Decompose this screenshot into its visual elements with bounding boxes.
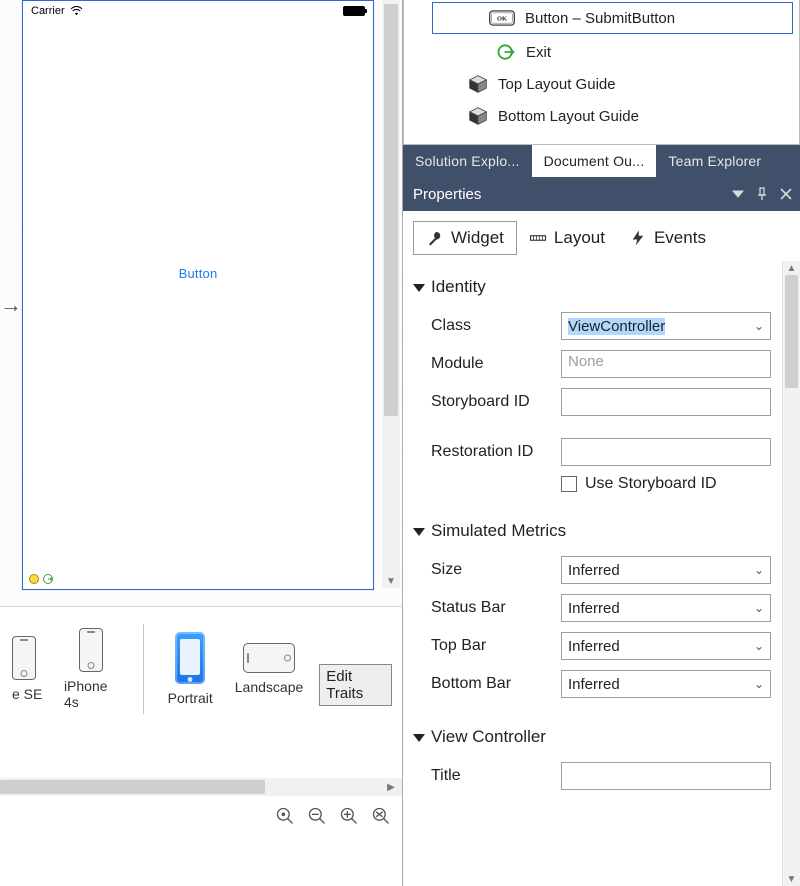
tab-solution-explorer[interactable]: Solution Explo... [403, 145, 532, 177]
group-identity[interactable]: Identity [413, 277, 776, 297]
cube-icon [468, 106, 488, 126]
device-iphone-se[interactable]: e SE [6, 632, 48, 706]
module-input[interactable]: None [561, 350, 771, 378]
properties-scrollbar[interactable]: ▲ ▼ [782, 261, 800, 886]
label-top-bar: Top Bar [431, 637, 551, 655]
device-frame[interactable]: Carrier Button [22, 0, 374, 590]
zoom-actual-icon[interactable] [370, 805, 392, 827]
size-combobox[interactable]: Inferred ⌄ [561, 556, 771, 584]
outline-item-label: Exit [526, 44, 551, 61]
statusbar-combobox[interactable]: Inferred ⌄ [561, 594, 771, 622]
class-value: ViewController [568, 318, 665, 335]
properties-panel-header: Properties [403, 177, 800, 211]
ui-button[interactable]: Button [179, 266, 218, 281]
pin-icon[interactable] [754, 186, 770, 202]
chevron-down-icon [413, 734, 425, 742]
device-se-label: e SE [12, 686, 42, 702]
scrollbar-thumb[interactable] [785, 275, 798, 388]
statusbar-value: Inferred [568, 600, 620, 617]
group-title: Identity [431, 277, 486, 297]
title-input[interactable] [561, 762, 771, 790]
exit-icon [496, 42, 516, 62]
close-icon[interactable] [778, 186, 794, 202]
storyboard-id-input[interactable] [561, 388, 771, 416]
label-restoration-id: Restoration ID [431, 443, 551, 461]
outline-item-label: Bottom Layout Guide [498, 108, 639, 125]
device-4s-label: iPhone 4s [64, 678, 119, 710]
edit-traits-button[interactable]: Edit Traits [319, 664, 392, 706]
warning-dot-icon [29, 574, 39, 584]
size-value: Inferred [568, 562, 620, 579]
bottombar-combobox[interactable]: Inferred ⌄ [561, 670, 771, 698]
landscape-label: Landscape [235, 679, 304, 695]
prop-tab-events[interactable]: Events [617, 222, 718, 254]
chevron-down-icon: ⌄ [754, 601, 764, 615]
group-view-controller[interactable]: View Controller [413, 727, 776, 747]
topbar-combobox[interactable]: Inferred ⌄ [561, 632, 771, 660]
ruler-icon [529, 229, 547, 247]
label-storyboard-id: Storyboard ID [431, 393, 551, 411]
chevron-down-icon: ⌄ [754, 563, 764, 577]
portrait-label: Portrait [168, 690, 213, 706]
prop-tab-label: Widget [451, 228, 504, 248]
outline-item-bottom-guide[interactable]: Bottom Layout Guide [440, 100, 795, 132]
svg-text:OK: OK [497, 16, 507, 23]
tab-document-outline[interactable]: Document Ou... [532, 145, 657, 177]
chevron-down-icon [413, 284, 425, 292]
outline-item-label: Top Layout Guide [498, 76, 616, 93]
label-size: Size [431, 561, 551, 579]
exit-mini-icon [42, 573, 54, 585]
designer-canvas[interactable]: → Carrier Button [0, 0, 402, 606]
prop-tab-label: Events [654, 228, 706, 248]
chevron-down-icon: ⌄ [754, 677, 764, 691]
orientation-portrait[interactable]: Portrait [162, 628, 219, 710]
cube-icon [468, 74, 488, 94]
use-storyboard-id-checkbox[interactable] [561, 476, 577, 492]
document-outline: OK Button – SubmitButton Exit Top Layo [403, 0, 800, 145]
bottombar-value: Inferred [568, 676, 620, 693]
lightning-icon [629, 229, 647, 247]
zoom-out-icon[interactable] [306, 805, 328, 827]
separator [143, 624, 144, 714]
outline-item-label: Button – SubmitButton [525, 10, 675, 27]
chevron-down-icon [413, 528, 425, 536]
prop-tab-layout[interactable]: Layout [517, 222, 617, 254]
use-storyboard-id-label: Use Storyboard ID [585, 475, 717, 493]
outline-item-submit-button[interactable]: OK Button – SubmitButton [432, 2, 793, 34]
scrollbar-thumb[interactable] [0, 780, 265, 794]
button-ok-icon: OK [489, 9, 515, 27]
group-title: Simulated Metrics [431, 521, 566, 541]
zoom-fit-icon[interactable] [274, 805, 296, 827]
class-combobox[interactable]: ViewController ⌄ [561, 312, 771, 340]
label-title: Title [431, 767, 551, 785]
label-module: Module [431, 355, 551, 373]
vertical-scrollbar[interactable]: ▲ ▼ [382, 0, 400, 588]
horizontal-scrollbar[interactable]: ▶ [0, 778, 402, 796]
window-menu-icon[interactable] [730, 186, 746, 202]
chevron-down-icon: ⌄ [754, 639, 764, 653]
scrollbar-thumb[interactable] [384, 4, 398, 416]
group-title: View Controller [431, 727, 546, 747]
outline-item-top-guide[interactable]: Top Layout Guide [440, 68, 795, 100]
label-status-bar: Status Bar [431, 599, 551, 617]
outline-item-exit[interactable]: Exit [440, 36, 795, 68]
prop-tab-widget[interactable]: Widget [413, 221, 517, 255]
chevron-down-icon: ⌄ [754, 319, 764, 333]
tab-team-explorer[interactable]: Team Explorer [656, 145, 773, 177]
label-class: Class [431, 317, 551, 335]
group-simulated-metrics[interactable]: Simulated Metrics [413, 521, 776, 541]
device-iphone-4s[interactable]: iPhone 4s [58, 624, 125, 714]
label-bottom-bar: Bottom Bar [431, 675, 551, 693]
wrench-icon [426, 229, 444, 247]
orientation-landscape[interactable]: Landscape [229, 639, 310, 699]
restoration-id-input[interactable] [561, 438, 771, 466]
zoom-in-icon[interactable] [338, 805, 360, 827]
topbar-value: Inferred [568, 638, 620, 655]
prop-tab-label: Layout [554, 228, 605, 248]
nav-arrow-right-icon[interactable]: → [0, 292, 22, 318]
properties-title: Properties [413, 186, 481, 203]
